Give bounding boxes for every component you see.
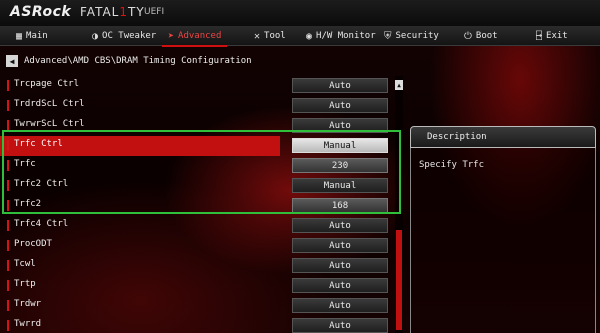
tab-label: Boot [475, 31, 498, 41]
scrollbar-thumb[interactable] [396, 230, 402, 330]
description-text: Specify Trfc [419, 160, 485, 170]
setting-value-dropdown[interactable]: Auto [292, 238, 388, 253]
setting-label: ProcODT [14, 239, 52, 249]
boot-icon: ⏻ [464, 30, 472, 42]
breadcrumb-path: Advanced\AMD CBS\DRAM Timing Configurati… [24, 56, 252, 66]
back-icon[interactable]: ◀ [6, 55, 18, 67]
tab-label: Security [395, 31, 439, 41]
setting-value-dropdown[interactable]: Auto [292, 218, 388, 233]
setting-value-dropdown[interactable]: Auto [292, 78, 388, 93]
tab-label: Tool [264, 31, 286, 41]
setting-label: TrdrdScL Ctrl [14, 99, 85, 109]
row-marker [7, 100, 9, 111]
scroll-up-icon[interactable]: ▲ [395, 80, 403, 90]
description-header: Description [410, 126, 596, 148]
setting-row[interactable]: Trfc4 Ctrl Auto [0, 216, 400, 236]
setting-value-dropdown[interactable]: Auto [292, 318, 388, 333]
setting-value-dropdown[interactable]: Auto [292, 258, 388, 273]
row-marker [7, 320, 9, 331]
main-icon: ▦ [16, 30, 23, 42]
breadcrumb: ◀ Advanced\AMD CBS\DRAM Timing Configura… [6, 54, 252, 68]
tab-exit[interactable]: ⍈ Exit [536, 26, 568, 46]
tab-main[interactable]: ▦ Main [16, 26, 48, 46]
oc-tweaker-icon: ◑ [92, 30, 99, 42]
series-logo: FATAL1TY [80, 5, 145, 19]
setting-label: Tcwl [14, 259, 36, 269]
setting-row[interactable]: ProcODT Auto [0, 236, 400, 256]
tab-advanced[interactable]: ➤ Advanced [161, 26, 228, 47]
highlight-annotation-box [2, 130, 401, 214]
row-marker [7, 220, 9, 231]
setting-row[interactable]: Trcpage Ctrl Auto [0, 76, 400, 96]
setting-row[interactable]: Twrrd Auto [0, 316, 400, 333]
setting-label: Trfc4 Ctrl [14, 219, 69, 229]
setting-row[interactable]: Trtp Auto [0, 276, 400, 296]
uefi-label: UEFI [144, 7, 165, 17]
hw-monitor-icon: ◉ [306, 30, 313, 42]
brand-logo: ASRock [10, 4, 72, 20]
tool-icon: ✕ [254, 30, 261, 42]
setting-row[interactable]: Tcwl Auto [0, 256, 400, 276]
exit-icon: ⍈ [536, 30, 543, 42]
description-title: Description [427, 132, 487, 142]
setting-value-dropdown[interactable]: Auto [292, 98, 388, 113]
tab-tool[interactable]: ✕ Tool [254, 26, 286, 46]
row-marker [7, 260, 9, 271]
tab-security[interactable]: ⛨ Security [384, 26, 439, 46]
setting-row[interactable]: Trdwr Auto [0, 296, 400, 316]
setting-label: Trcpage Ctrl [14, 79, 80, 89]
tab-label: H/W Monitor [316, 31, 376, 41]
security-icon: ⛨ [384, 30, 392, 42]
description-body: Specify Trfc [410, 148, 596, 333]
tab-h-w-monitor[interactable]: ◉ H/W Monitor [306, 26, 376, 46]
tab-label: Exit [546, 31, 568, 41]
row-marker [7, 240, 9, 251]
main-nav: ▦ Main ◑ OC Tweaker ➤ Advanced ✕ Tool ◉ H/W Monit… [0, 26, 600, 47]
setting-value-dropdown[interactable]: Auto [292, 278, 388, 293]
row-marker [7, 300, 9, 311]
setting-label: Twrrd [14, 319, 42, 329]
top-bar: ASRock FATAL1TY UEFI [0, 0, 600, 26]
setting-label: Trdwr [14, 299, 42, 309]
row-marker [7, 80, 9, 91]
tab-label: OC Tweaker [102, 31, 157, 41]
tab-oc-tweaker[interactable]: ◑ OC Tweaker [92, 26, 156, 46]
setting-value-dropdown[interactable]: Auto [292, 298, 388, 313]
tab-label: Main [26, 31, 48, 41]
description-panel: Description Specify Trfc [410, 126, 596, 333]
tab-label: Advanced [178, 31, 222, 41]
setting-row[interactable]: TrdrdScL Ctrl Auto [0, 96, 400, 116]
row-marker [7, 280, 9, 291]
setting-label: TwrwrScL Ctrl [14, 119, 85, 129]
tab-boot[interactable]: ⏻ Boot [464, 26, 498, 46]
setting-label: Trtp [14, 279, 36, 289]
advanced-icon: ➤ [168, 30, 175, 42]
